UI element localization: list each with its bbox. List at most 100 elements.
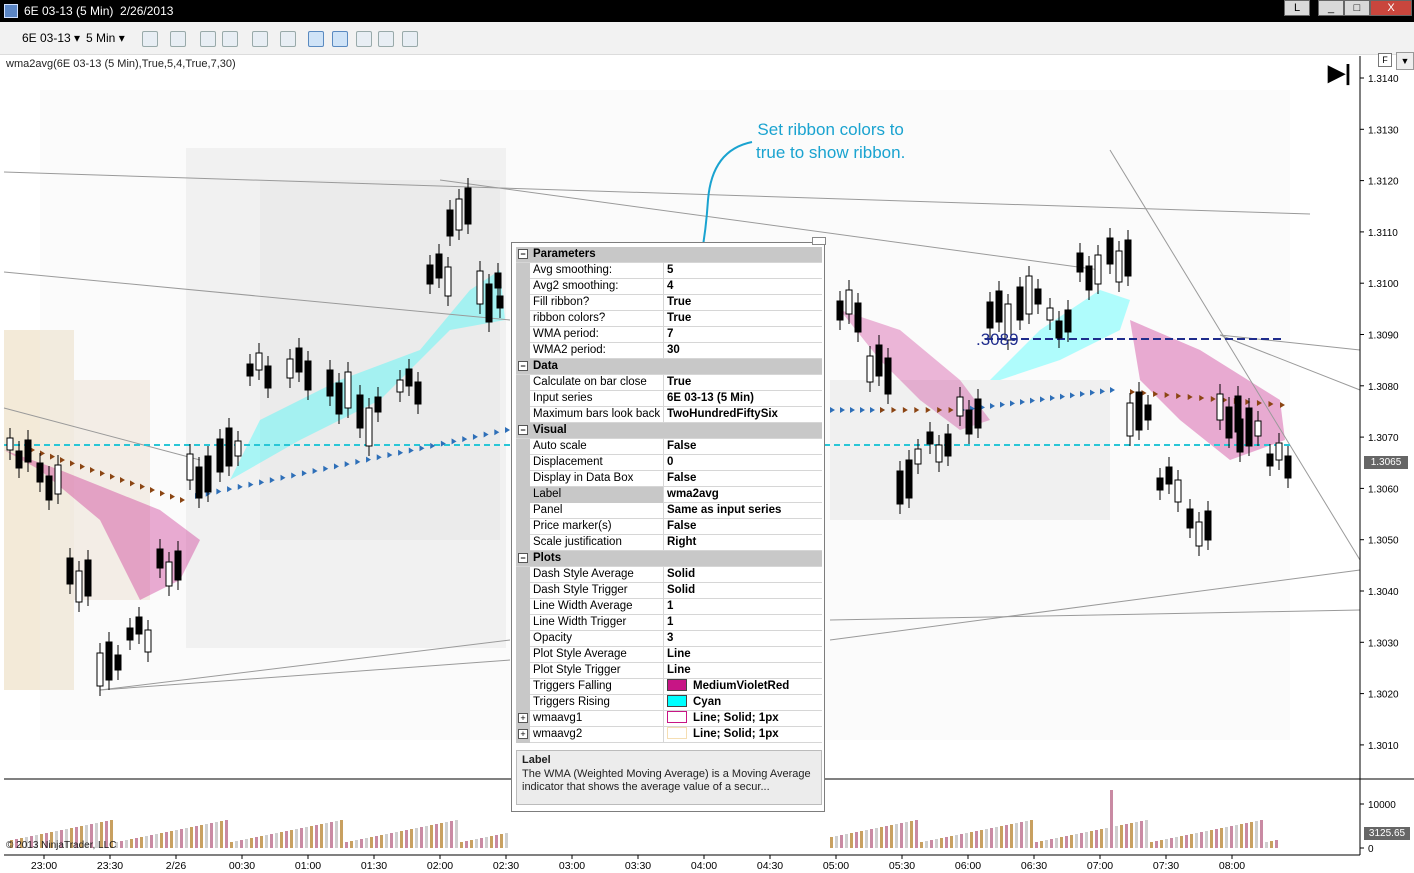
- volume-bar: [1165, 839, 1168, 848]
- candle-body: [174, 550, 182, 581]
- candle-body: [144, 629, 152, 653]
- category-data[interactable]: − Data: [516, 359, 822, 375]
- candle-body: [905, 459, 913, 499]
- property-row[interactable]: Panel Same as input series: [516, 503, 822, 519]
- expand-icon[interactable]: +: [518, 713, 528, 723]
- property-row[interactable]: + wmaavg2 Line; Solid; 1px: [516, 727, 822, 743]
- property-value[interactable]: 0: [664, 455, 822, 471]
- collapse-icon[interactable]: −: [518, 361, 528, 371]
- category-visual[interactable]: − Visual: [516, 423, 822, 439]
- volume-bar: [155, 834, 158, 848]
- property-value[interactable]: False: [664, 471, 822, 487]
- candle-body: [866, 355, 874, 383]
- property-row[interactable]: Input series 6E 03-13 (5 Min): [516, 391, 822, 407]
- property-value[interactable]: Solid: [664, 567, 822, 583]
- property-value[interactable]: 1: [664, 615, 822, 631]
- property-row[interactable]: + wmaavg1 Line; Solid; 1px: [516, 711, 822, 727]
- property-row[interactable]: Avg smoothing: 5: [516, 263, 822, 279]
- property-value[interactable]: 1: [664, 599, 822, 615]
- volume-bar: [490, 836, 493, 848]
- row-gutter: [516, 471, 530, 487]
- candle-body: [875, 344, 883, 377]
- row-gutter: [516, 535, 530, 551]
- candle-body: [935, 444, 943, 463]
- property-value-text: True: [667, 312, 692, 324]
- property-row[interactable]: Displacement 0: [516, 455, 822, 471]
- candle-body: [1195, 521, 1203, 547]
- property-value[interactable]: 6E 03-13 (5 Min): [664, 391, 822, 407]
- property-row[interactable]: WMA2 period: 30: [516, 343, 822, 359]
- chevron-down-icon[interactable]: ▼: [1396, 52, 1414, 70]
- resize-grip[interactable]: [812, 237, 826, 245]
- property-value[interactable]: Cyan: [664, 695, 822, 711]
- property-value[interactable]: TwoHundredFiftySix: [664, 407, 822, 423]
- property-row[interactable]: Triggers Rising Cyan: [516, 695, 822, 711]
- property-row[interactable]: Dash Style Trigger Solid: [516, 583, 822, 599]
- property-row[interactable]: Label wma2avg: [516, 487, 822, 503]
- property-value[interactable]: wma2avg: [664, 487, 822, 503]
- price-tick-label: 1.3020: [1368, 690, 1399, 701]
- volume-bar: [960, 834, 963, 848]
- f-button[interactable]: F: [1378, 53, 1392, 67]
- property-value[interactable]: Right: [664, 535, 822, 551]
- property-value[interactable]: Same as input series: [664, 503, 822, 519]
- category-parameters[interactable]: − Parameters: [516, 247, 822, 263]
- property-row[interactable]: Auto scale False: [516, 439, 822, 455]
- category-plots[interactable]: − Plots: [516, 551, 822, 567]
- property-row[interactable]: Avg2 smoothing: 4: [516, 279, 822, 295]
- row-gutter: [516, 263, 530, 279]
- property-value[interactable]: Line: [664, 663, 822, 679]
- property-row[interactable]: WMA period: 7: [516, 327, 822, 343]
- volume-bar: [945, 837, 948, 848]
- collapse-icon[interactable]: −: [518, 249, 528, 259]
- property-row[interactable]: ribbon colors? True: [516, 311, 822, 327]
- volume-bar: [1180, 836, 1183, 848]
- property-value[interactable]: False: [664, 439, 822, 455]
- go-to-end-icon[interactable]: ▶|: [1328, 60, 1351, 86]
- row-gutter: [516, 679, 530, 695]
- property-row[interactable]: Maximum bars look back TwoHundredFiftySix: [516, 407, 822, 423]
- volume-bar: [310, 826, 313, 848]
- collapse-icon[interactable]: −: [518, 553, 528, 563]
- property-row[interactable]: Scale justification Right: [516, 535, 822, 551]
- property-value[interactable]: 5: [664, 263, 822, 279]
- volume-bar: [1125, 824, 1128, 848]
- property-name: Opacity: [530, 631, 664, 647]
- property-value[interactable]: True: [664, 295, 822, 311]
- collapse-icon[interactable]: −: [518, 425, 528, 435]
- candle-body: [216, 438, 224, 473]
- candle-body: [1156, 477, 1164, 491]
- property-value[interactable]: 30: [664, 343, 822, 359]
- volume-bar: [940, 838, 943, 848]
- property-row[interactable]: Plot Style Average Line: [516, 647, 822, 663]
- property-value[interactable]: Line: [664, 647, 822, 663]
- property-value[interactable]: True: [664, 375, 822, 391]
- property-row[interactable]: Plot Style Trigger Line: [516, 663, 822, 679]
- property-row[interactable]: Opacity 3: [516, 631, 822, 647]
- candle-body: [1115, 250, 1123, 283]
- property-value[interactable]: True: [664, 311, 822, 327]
- property-row[interactable]: Price marker(s) False: [516, 519, 822, 535]
- candle-body: [105, 641, 113, 681]
- property-row[interactable]: Triggers Falling MediumVioletRed: [516, 679, 822, 695]
- volume-bar: [1095, 830, 1098, 848]
- property-value[interactable]: Line; Solid; 1px: [664, 727, 822, 743]
- property-row[interactable]: Fill ribbon? True: [516, 295, 822, 311]
- property-value-text: 5: [667, 264, 674, 276]
- expand-icon[interactable]: +: [518, 729, 528, 739]
- property-value[interactable]: Solid: [664, 583, 822, 599]
- candle-body: [365, 407, 373, 447]
- property-value[interactable]: 3: [664, 631, 822, 647]
- property-row[interactable]: Display in Data Box False: [516, 471, 822, 487]
- property-value[interactable]: MediumVioletRed: [664, 679, 822, 695]
- volume-bar: [915, 820, 918, 848]
- indicator-properties-grid[interactable]: Label The WMA (Weighted Moving Average) …: [511, 237, 826, 812]
- property-row[interactable]: Line Width Average 1: [516, 599, 822, 615]
- property-row[interactable]: Line Width Trigger 1: [516, 615, 822, 631]
- property-value[interactable]: 4: [664, 279, 822, 295]
- property-row[interactable]: Dash Style Average Solid: [516, 567, 822, 583]
- property-value[interactable]: False: [664, 519, 822, 535]
- property-row[interactable]: Calculate on bar close True: [516, 375, 822, 391]
- property-value[interactable]: Line; Solid; 1px: [664, 711, 822, 727]
- property-value[interactable]: 7: [664, 327, 822, 343]
